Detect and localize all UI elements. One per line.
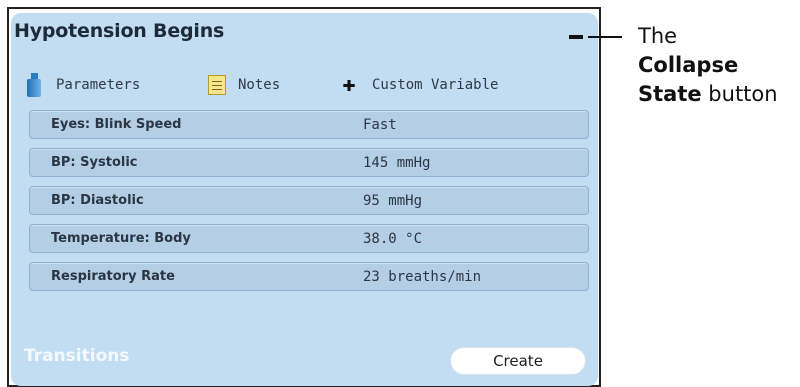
- callout-line-2: Collapse: [638, 53, 739, 77]
- parameter-row[interactable]: Respiratory Rate 23 breaths/min: [29, 262, 589, 291]
- parameter-name: Eyes: Blink Speed: [51, 117, 182, 132]
- parameter-name: BP: Systolic: [51, 155, 138, 170]
- plus-icon: ✚: [342, 72, 356, 97]
- parameter-row[interactable]: Temperature: Body 38.0 °C: [29, 224, 589, 253]
- parameter-value: 145 mmHg: [363, 155, 431, 171]
- parameter-name: Temperature: Body: [51, 231, 191, 246]
- callout-text: The Collapse State button: [638, 22, 778, 109]
- parameter-value: 23 breaths/min: [363, 269, 482, 285]
- parameters-button[interactable]: Parameters: [26, 73, 141, 97]
- parameter-value: Fast: [363, 117, 397, 133]
- parameter-value: 38.0 °C: [363, 231, 423, 247]
- custom-variable-button[interactable]: ✚ Custom Variable: [340, 74, 498, 96]
- collapse-state-button[interactable]: [568, 30, 586, 44]
- callout-line-1: The: [638, 24, 678, 48]
- parameter-value: 95 mmHg: [363, 193, 423, 209]
- parameter-row[interactable]: BP: Systolic 145 mmHg: [29, 148, 589, 177]
- custom-variable-label: Custom Variable: [372, 77, 499, 93]
- callout-line-3: State button: [638, 82, 778, 106]
- parameter-name: BP: Diastolic: [51, 193, 144, 208]
- parameter-row[interactable]: BP: Diastolic 95 mmHg: [29, 186, 589, 215]
- callout-leader-line: [588, 36, 622, 38]
- collapse-minus-icon: [569, 35, 583, 39]
- notes-icon: [208, 75, 226, 95]
- parameters-label: Parameters: [56, 77, 141, 93]
- parameter-row[interactable]: Eyes: Blink Speed Fast: [29, 110, 589, 139]
- create-transition-button[interactable]: Create: [450, 347, 586, 375]
- transitions-heading: Transitions: [24, 346, 130, 366]
- bottle-icon: [26, 73, 44, 97]
- state-title: Hypotension Begins: [14, 20, 225, 42]
- parameter-name: Respiratory Rate: [51, 269, 175, 284]
- notes-button[interactable]: Notes: [208, 74, 280, 96]
- parameter-list: Eyes: Blink Speed Fast BP: Systolic 145 …: [29, 110, 589, 300]
- notes-label: Notes: [238, 77, 281, 93]
